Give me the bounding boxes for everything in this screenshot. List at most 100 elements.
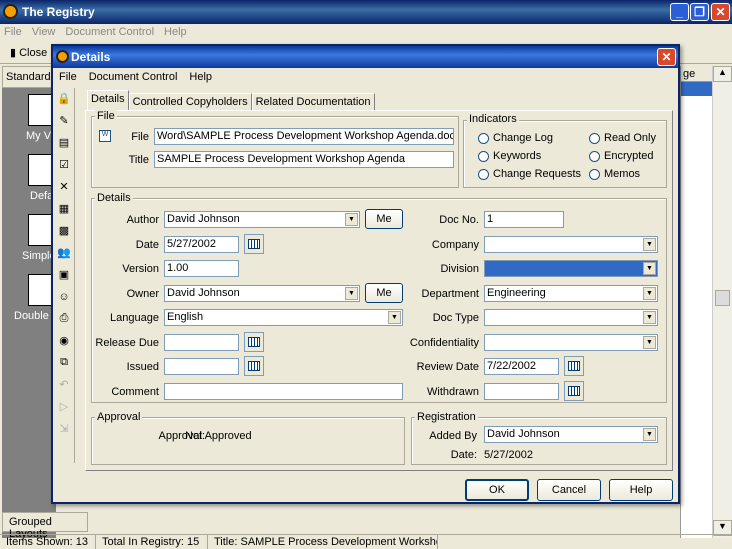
owner-me-button[interactable]: Me (365, 283, 403, 303)
tab-controlled-copyholders[interactable]: Controlled Copyholders (128, 93, 252, 110)
review-date-field[interactable]: 7/22/2002 (484, 358, 559, 375)
chevron-down-icon[interactable]: ▼ (345, 213, 358, 226)
chevron-down-icon[interactable]: ▼ (643, 428, 656, 441)
file-field[interactable]: Word\SAMPLE Process Development Workshop… (154, 128, 454, 145)
docno-field[interactable]: 1 (484, 211, 564, 228)
properties-icon[interactable]: ▣ (55, 265, 73, 284)
chevron-down-icon[interactable]: ▼ (388, 311, 401, 324)
menu-document-control[interactable]: Document Control (65, 26, 154, 38)
confidentiality-select[interactable]: ▼ (484, 334, 658, 351)
radio-circle[interactable] (589, 150, 600, 162)
globe-icon[interactable]: ◉ (55, 331, 73, 350)
radio-read-only[interactable]: Read Only (589, 132, 656, 144)
menu-view[interactable]: View (32, 26, 56, 38)
word-doc-icon[interactable]: W (99, 130, 111, 142)
standard-tab[interactable]: Standard (2, 66, 56, 88)
added-by-label: Added By (429, 430, 477, 442)
table-icon[interactable]: ▦ (55, 199, 73, 218)
dialog-menu-file[interactable]: File (59, 71, 77, 83)
dialog-close-icon[interactable]: ✕ (657, 48, 676, 66)
issued-calendar-icon[interactable] (244, 356, 264, 376)
issued-field[interactable] (164, 358, 239, 375)
view-double[interactable]: Double l (14, 310, 54, 322)
remove-table-icon[interactable]: ▩ (55, 221, 73, 240)
comment-field[interactable] (164, 383, 403, 400)
grouped-layouts-tab[interactable]: Grouped Layouts (2, 512, 88, 540)
date-label: Date (135, 239, 159, 251)
cancel-button[interactable]: Cancel (537, 479, 601, 501)
view-my[interactable]: My Vi (26, 130, 53, 142)
lock-icon[interactable]: 🔒 (55, 89, 73, 108)
tab-related-documentation[interactable]: Related Documentation (251, 93, 375, 110)
chevron-down-icon[interactable]: ▼ (643, 287, 656, 300)
tab-details[interactable]: Details (87, 90, 129, 110)
review-date-calendar-icon[interactable] (564, 356, 584, 376)
print-icon[interactable]: ⎙ (55, 309, 73, 328)
app-menu-bar: File View Document Control Help (0, 24, 732, 40)
release-due-field[interactable] (164, 334, 239, 351)
radio-change-log[interactable]: Change Log (478, 132, 553, 144)
chevron-down-icon[interactable]: ▼ (345, 287, 358, 300)
confidentiality-label: Confidentiality (409, 337, 479, 349)
chevron-down-icon[interactable]: ▼ (643, 238, 656, 251)
grid-header[interactable]: ge (681, 66, 712, 82)
dialog-menu-help[interactable]: Help (189, 71, 212, 83)
status-items-shown: Items Shown: 13 (0, 534, 96, 549)
radio-circle[interactable] (478, 168, 489, 180)
scroll-up-icon[interactable]: ▲ (713, 66, 732, 82)
app-logo-icon (3, 4, 18, 19)
title-field[interactable]: SAMPLE Process Development Workshop Agen… (154, 151, 454, 168)
copy-icon[interactable]: ⧉ (55, 353, 73, 372)
chevron-down-icon[interactable]: ▼ (643, 311, 656, 324)
minimize-icon[interactable]: _ (670, 3, 689, 21)
language-select[interactable]: English ▼ (164, 309, 403, 326)
version-field[interactable]: 1.00 (164, 260, 239, 277)
delete-icon[interactable]: ✕ (55, 177, 73, 196)
stamp-icon[interactable]: ▤ (55, 133, 73, 152)
date-field[interactable]: 5/27/2002 (164, 236, 239, 253)
radio-circle[interactable] (478, 150, 489, 162)
close-icon[interactable]: ✕ (711, 3, 730, 21)
doctype-select[interactable]: ▼ (484, 309, 658, 326)
radio-encrypted[interactable]: Encrypted (589, 150, 654, 162)
radio-circle[interactable] (589, 168, 600, 180)
ok-button[interactable]: OK (465, 479, 529, 501)
author-select[interactable]: David Johnson ▼ (164, 211, 360, 228)
owner-select[interactable]: David Johnson ▼ (164, 285, 360, 302)
withdrawn-calendar-icon[interactable] (564, 381, 584, 401)
help-button[interactable]: Help (609, 479, 673, 501)
users-icon[interactable]: 👥 (55, 243, 73, 262)
author-me-button[interactable]: Me (365, 209, 403, 229)
close-button[interactable]: ▮ Close (10, 46, 47, 59)
chevron-down-icon[interactable]: ▼ (643, 336, 656, 349)
reg-date-value: 5/27/2002 (484, 449, 533, 461)
radio-circle[interactable] (478, 132, 489, 144)
grid-row-selected[interactable] (681, 82, 712, 96)
added-by-select[interactable]: David Johnson ▼ (484, 426, 658, 443)
scrollbar[interactable]: ▲ ▼ (712, 66, 732, 538)
radio-keywords[interactable]: Keywords (478, 150, 541, 162)
view-default[interactable]: Defa (30, 190, 53, 202)
views-pane: Standard My Vi Defa Simple Double l (2, 66, 56, 538)
date-calendar-icon[interactable] (244, 234, 264, 254)
radio-circle[interactable] (589, 132, 600, 144)
title-label: Title (128, 154, 149, 166)
menu-help[interactable]: Help (164, 26, 187, 38)
scroll-thumb[interactable] (715, 290, 730, 306)
release-due-calendar-icon[interactable] (244, 332, 264, 352)
eraser-icon[interactable]: ✎ (55, 111, 73, 130)
maximize-icon[interactable]: ❐ (690, 3, 709, 21)
checkbox-icon[interactable]: ☑ (55, 155, 73, 174)
dialog-title-bar: Details (53, 46, 678, 68)
dialog-menu-document-control[interactable]: Document Control (89, 71, 178, 83)
radio-change-requests[interactable]: Change Requests (478, 168, 581, 180)
department-select[interactable]: Engineering ▼ (484, 285, 658, 302)
division-select[interactable]: ▼ (484, 260, 658, 277)
withdrawn-field[interactable] (484, 383, 559, 400)
company-select[interactable]: ▼ (484, 236, 658, 253)
menu-file[interactable]: File (4, 26, 22, 38)
export-icon: ⇲ (59, 423, 69, 435)
user-add-icon[interactable]: ☺ (55, 287, 73, 306)
radio-memos[interactable]: Memos (589, 168, 640, 180)
chevron-down-icon[interactable]: ▼ (643, 262, 656, 275)
